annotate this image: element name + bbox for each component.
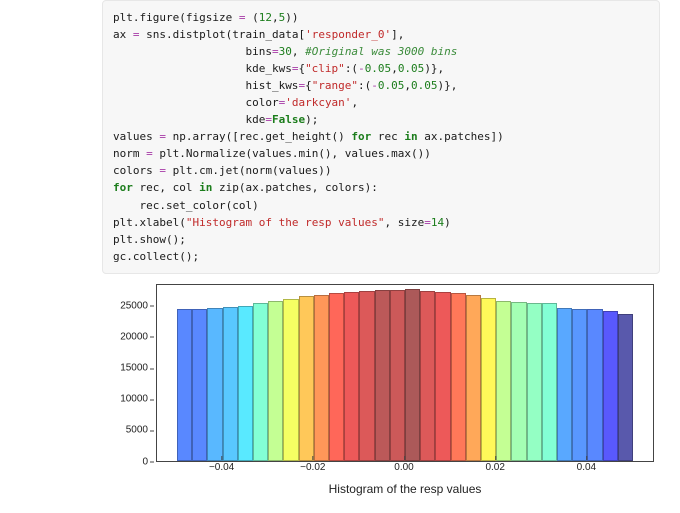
histogram-bar (435, 292, 450, 461)
y-tick: 25000 (120, 300, 148, 311)
histogram-bar (268, 301, 283, 461)
notebook-page: plt.figure(figsize = (12,5)) ax = sns.di… (0, 0, 680, 513)
x-tick: −0.02 (300, 462, 325, 473)
histogram-bar (299, 296, 314, 460)
histogram-bar (283, 299, 298, 461)
chart-axes-frame (156, 284, 654, 462)
histogram-bar (375, 290, 390, 461)
histogram-bar (466, 295, 481, 461)
histogram-bar (329, 293, 344, 461)
histogram-bar (557, 308, 572, 461)
histogram-bar (390, 290, 405, 460)
histogram-bar (527, 303, 542, 461)
histogram-bar (223, 307, 238, 461)
histogram-bar (207, 308, 222, 461)
histogram-bar (496, 301, 511, 461)
histogram-bar (481, 298, 496, 460)
chart-output: 0 5000 10000 15000 20000 25000 −0.04 −0.02 0.00… (102, 282, 660, 490)
histogram-bar (542, 303, 557, 460)
histogram-bar (192, 309, 207, 460)
x-tick: 0.04 (577, 462, 596, 473)
code-cell[interactable]: plt.figure(figsize = (12,5)) ax = sns.di… (102, 0, 660, 274)
y-tick: 5000 (126, 425, 148, 436)
x-tick: −0.04 (209, 462, 234, 473)
y-tick: 10000 (120, 394, 148, 405)
x-axis-label: Histogram of the resp values (156, 482, 654, 496)
histogram-bar (587, 309, 602, 460)
histogram-bar (314, 295, 329, 461)
histogram-bar (238, 306, 253, 461)
y-tick: 15000 (120, 363, 148, 374)
histogram-bar (618, 314, 633, 460)
x-tick: 0.02 (485, 462, 504, 473)
y-tick: 20000 (120, 331, 148, 342)
histogram-bar (603, 311, 618, 460)
y-tick: 0 (142, 456, 148, 467)
histogram-bar (451, 293, 466, 460)
histogram-bar (359, 291, 374, 461)
bars-container (157, 285, 653, 461)
histogram-bar (344, 292, 359, 461)
histogram-bar (572, 309, 587, 461)
histogram-bar (177, 309, 192, 460)
histogram-bar (405, 289, 420, 461)
y-axis-ticks: 0500010000150002000025000 (102, 284, 152, 462)
histogram-bar (511, 302, 526, 461)
histogram-bar (253, 303, 268, 460)
x-tick: 0.00 (394, 462, 413, 473)
histogram-bar (420, 291, 435, 461)
